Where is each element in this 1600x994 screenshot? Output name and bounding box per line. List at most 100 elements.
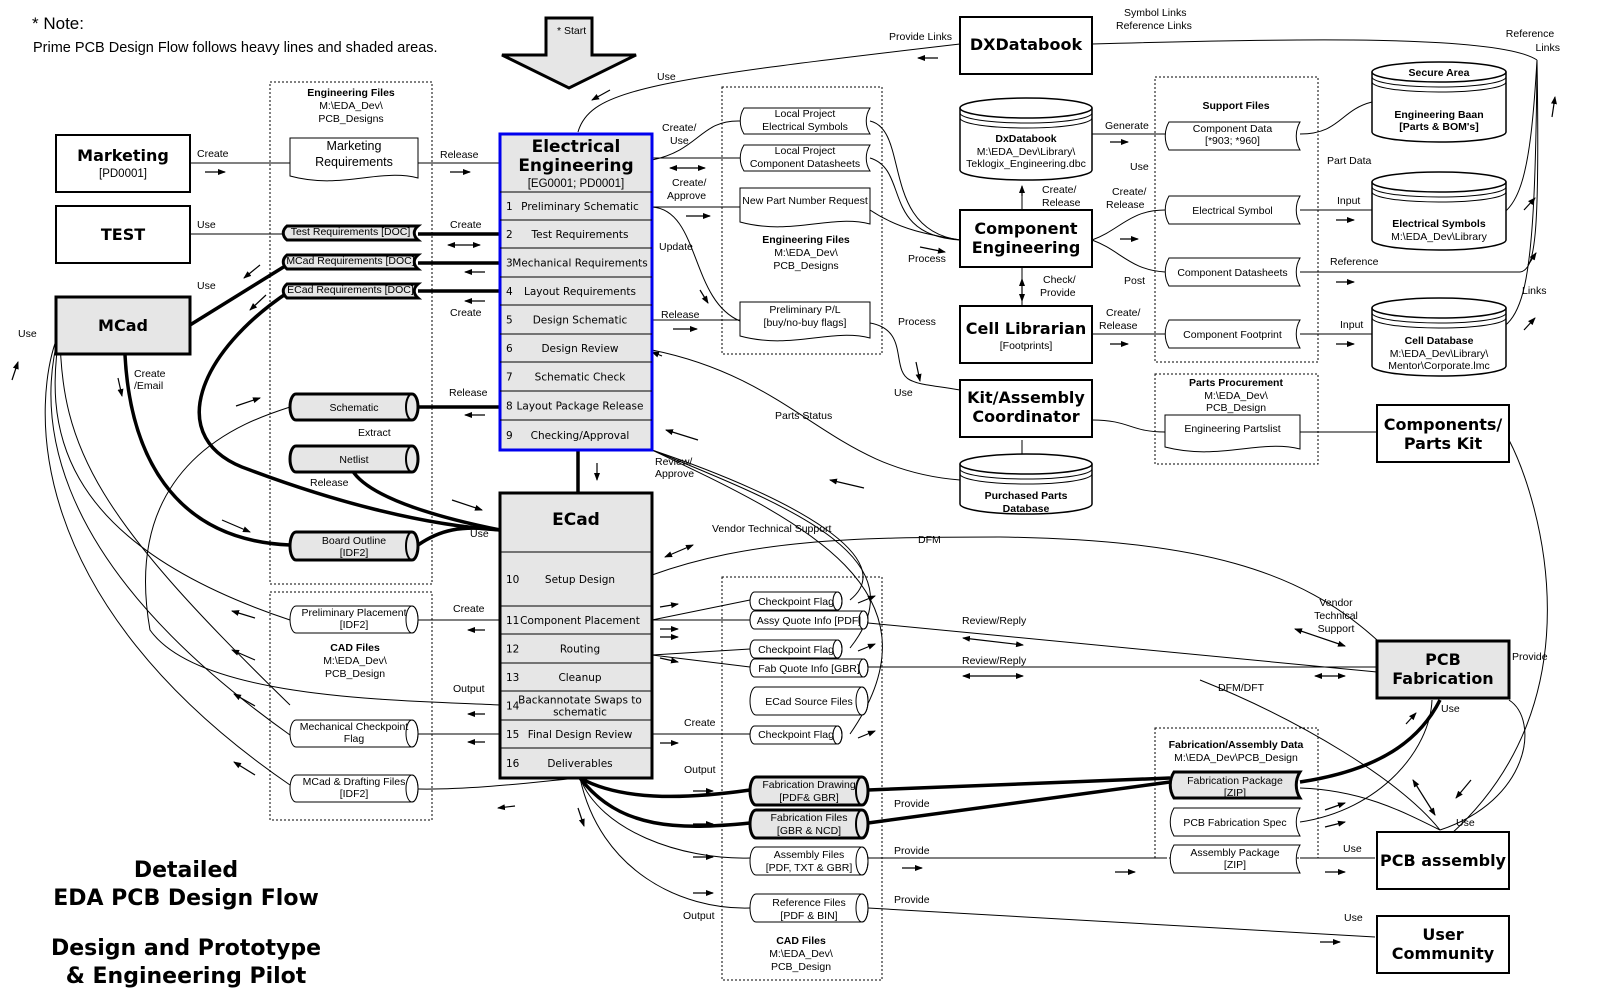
database-text: Purchased Parts (985, 490, 1068, 502)
file-label: Board Outline (322, 535, 386, 547)
step-number: 4 (506, 286, 513, 298)
file-label: PCB Fabrication Spec (1183, 817, 1286, 829)
file-component-footprint[interactable]: Component Footprint (1164, 319, 1301, 349)
edge-label: Vendor (1319, 597, 1353, 609)
file-label: [PDF, TXT & GBR] (766, 862, 853, 874)
mcad-node[interactable]: MCad (54, 295, 192, 356)
file-checkpoint-flag-3[interactable]: Checkpoint Flag (749, 725, 843, 745)
file-local-symbols[interactable]: Local ProjectElectrical Symbols (739, 107, 871, 135)
edge-label: Create/ (1112, 186, 1147, 198)
edge-label: DFM/DFT (1218, 682, 1265, 694)
group-path: PCB_Designs (318, 113, 383, 125)
file-component-data[interactable]: Component Data[*903; *960] (1164, 121, 1301, 151)
file-reference-files[interactable]: Reference Files[PDF & BIN] (749, 893, 869, 923)
step-number: 5 (506, 315, 513, 327)
file-assy-quote[interactable]: Assy Quote Info [PDF] (749, 610, 869, 630)
step-label: Routing (560, 644, 600, 656)
edge-label: Review/Reply (962, 655, 1027, 667)
kit-assembly-node[interactable]: Kit/Assembly Coordinator (959, 379, 1093, 438)
database-text: Electrical Symbols (1392, 218, 1486, 230)
database-cell-database[interactable]: Cell DatabaseM:\EDA_Dev\Library\Mentor\C… (1371, 297, 1507, 377)
file-preliminary-placement[interactable]: Preliminary Placement[IDF2] (289, 605, 419, 634)
file-schematic[interactable]: Schematic (288, 392, 420, 422)
file-checkpoint-flag-1[interactable]: Checkpoint Flag (749, 591, 843, 611)
database-purchased-parts[interactable]: Purchased PartsDatabase (959, 453, 1093, 515)
node-subtitle: [Footprints] (1000, 340, 1053, 352)
test-node[interactable]: TEST (55, 205, 191, 264)
file-label: New Part Number Request (742, 195, 868, 207)
node-title: Engineering (518, 156, 633, 176)
node-title: Engineering (972, 238, 1081, 257)
database-text: M:\EDA_Dev\Library\ (977, 146, 1076, 158)
file-marketing-requirements[interactable]: Marketing Requirements (289, 137, 419, 182)
step-label: Preliminary Schematic (521, 201, 639, 213)
file-fab-drawing[interactable]: Fabrication Drawing[PDF& GBR] (748, 775, 870, 807)
diagram-title: Detailed EDA PCB Design Flow Design and … (51, 858, 321, 989)
step-number: 13 (506, 672, 519, 684)
step-number: 10 (506, 574, 519, 586)
file-fab-files[interactable]: Fabrication Files[GBR & NCD] (748, 808, 870, 840)
file-board-outline[interactable]: Board Outline[IDF2] (288, 530, 420, 562)
file-mcad-drafting[interactable]: MCad & Drafting Files[IDF2] (289, 774, 419, 803)
file-checkpoint-flag-2[interactable]: Checkpoint Flag (749, 639, 843, 659)
file-fab-package[interactable]: Fabrication Package[ZIP] (1168, 770, 1303, 800)
file-assembly-package[interactable]: Assembly Package[ZIP] (1169, 844, 1301, 874)
title-line: Design and Prototype (51, 936, 321, 961)
file-test-requirements[interactable]: Test Requirements [DOC] (281, 224, 423, 242)
file-mech-checkpoint[interactable]: Mechanical CheckpointFlag (289, 719, 419, 748)
file-mcad-requirements[interactable]: MCad Requirements [DOC] (281, 253, 423, 271)
edge-label: Create (453, 603, 485, 615)
component-engineering-node[interactable]: Component Engineering (959, 209, 1093, 268)
edge-label: Use (470, 528, 489, 540)
edge-label: Post (1124, 275, 1145, 287)
file-engineering-partslist[interactable]: Engineering Partslist (1164, 414, 1301, 453)
file-label: Requirements (315, 155, 393, 169)
edge-label: Use (657, 71, 676, 83)
group-path: M:\EDA_Dev\ (1204, 390, 1268, 402)
file-fab-quote[interactable]: Fab Quote Info [GBR] (749, 658, 869, 678)
file-ecad-requirements[interactable]: ECad Requirements [DOC] (281, 282, 423, 300)
edge-label: Create/ (662, 122, 697, 134)
database-secure-area[interactable]: Secure Area Engineering Baan[Parts & BOM'… (1371, 61, 1507, 143)
database-text: M:\EDA_Dev\Library\ (1390, 348, 1489, 360)
database-electrical-symbols[interactable]: Electrical SymbolsM:\EDA_Dev\Library (1371, 171, 1507, 251)
file-component-datasheets[interactable]: Component Datasheets (1164, 257, 1301, 287)
file-electrical-symbol[interactable]: Electrical Symbol (1164, 195, 1301, 225)
file-new-part-request[interactable]: New Part Number Request (739, 187, 871, 228)
dxdatabook-node[interactable]: DXDatabook (959, 16, 1093, 75)
edge-label: Create (197, 148, 229, 160)
electrical-engineering-node[interactable]: Electrical Engineering [EG0001; PD0001] … (498, 132, 654, 452)
file-pcb-fab-spec[interactable]: PCB Fabrication Spec (1169, 807, 1301, 837)
edge-label: Input (1337, 195, 1360, 207)
pcb-assembly-node[interactable]: PCB assembly (1376, 831, 1510, 890)
edge-label: Use (1343, 843, 1362, 855)
step-number: 6 (506, 343, 513, 355)
file-local-datasheets[interactable]: Local ProjectComponent Datasheets (739, 144, 871, 172)
pcb-fabrication-node[interactable]: PCB Fabrication (1375, 639, 1511, 700)
database-dxdatabook-db[interactable]: DxDatabookM:\EDA_Dev\Library\Teklogix_En… (959, 97, 1093, 181)
file-preliminary-pl[interactable]: Preliminary P/L[buy/no-buy flags] (739, 301, 871, 342)
step-label: Deliverables (547, 758, 612, 770)
edge-label: Create/ (1042, 184, 1077, 196)
ecad-node[interactable]: ECad 10 Setup Design 11 Component Placement… (498, 491, 654, 780)
user-community-node[interactable]: User Community (1376, 915, 1510, 974)
file-label: [PDF & BIN] (780, 910, 837, 922)
step-number: 7 (506, 372, 513, 384)
components-parts-kit-node[interactable]: Components/ Parts Kit (1376, 404, 1510, 463)
file-ecad-source[interactable]: ECad Source Files (749, 686, 869, 716)
edge-label: Use (197, 219, 216, 231)
step-number: 16 (506, 758, 520, 770)
file-assembly-files[interactable]: Assembly Files[PDF, TXT & GBR] (749, 846, 869, 876)
node-subtitle: [EG0001; PD0001] (528, 178, 625, 190)
step-number: 8 (506, 401, 513, 413)
file-label: Assembly Package (1190, 847, 1279, 859)
step-number: 15 (506, 729, 519, 741)
file-label: Preliminary P/L (769, 304, 840, 316)
title-line: & Engineering Pilot (66, 964, 307, 989)
group-title: Engineering Files (762, 234, 850, 246)
file-netlist[interactable]: Netlist (288, 444, 420, 474)
database-text: M:\EDA_Dev\Library (1391, 231, 1487, 243)
marketing-node[interactable]: Marketing [PD0001] (55, 134, 191, 193)
cell-librarian-node[interactable]: Cell Librarian [Footprints] (959, 305, 1093, 364)
file-label: Checkpoint Flag (758, 596, 834, 608)
